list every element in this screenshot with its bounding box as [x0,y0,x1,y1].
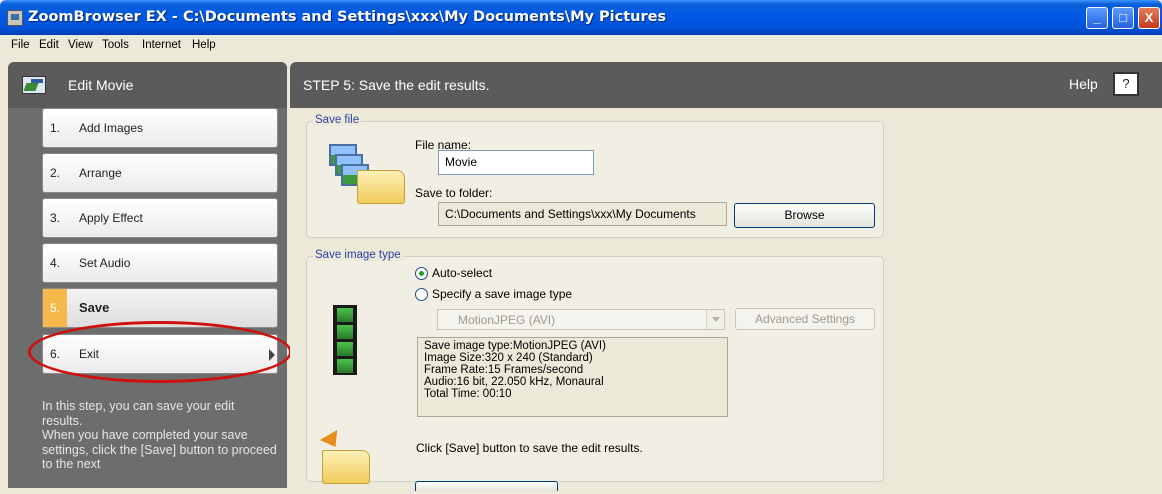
step-label: Apply Effect [79,211,143,225]
edit-movie-icon [22,76,46,94]
step-arrange[interactable]: 2. Arrange [42,153,278,193]
save-folder-icon [316,429,386,494]
edit-movie-header: Edit Movie [8,62,287,108]
menu-bar: File Edit View Tools Internet Help [0,35,1162,55]
step-number: 2. [49,166,60,180]
menu-view[interactable]: View [68,39,93,51]
step-label: Set Audio [79,256,131,270]
save-file-group: Save file File name: Movie Save to folde… [306,114,884,238]
save-instruction-text: Click [Save] button to save the edit res… [416,441,643,455]
step-header: STEP 5: Save the edit results. Help ? [290,62,1162,108]
image-type-select-value: MotionJPEG (AVI) [458,313,556,327]
menu-help[interactable]: Help [192,39,216,51]
menu-internet[interactable]: Internet [142,39,181,51]
help-button[interactable]: ? [1113,72,1139,96]
step-hint-text: In this step, you can save your edit res… [42,399,277,471]
title-bar: ZoomBrowser EX - C:\Documents and Settin… [0,0,1162,35]
menu-file[interactable]: File [11,39,30,51]
image-type-select: MotionJPEG (AVI) [437,309,725,330]
menu-tools[interactable]: Tools [102,39,129,51]
info-line: Audio:16 bit, 22.050 kHz, Monaural [424,376,604,388]
save-button[interactable] [415,481,558,491]
step-number: 5. [43,289,67,327]
advanced-settings-button: Advanced Settings [735,308,875,330]
step-add-images[interactable]: 1. Add Images [42,108,278,148]
step-label: Save [79,300,110,315]
info-line: Image Size:320 x 240 (Standard) [424,352,593,364]
minimize-button[interactable]: _ [1086,7,1108,29]
close-button[interactable]: X [1138,7,1160,29]
browse-button[interactable]: Browse [734,203,875,228]
step-label: Add Images [79,121,144,135]
save-file-group-title: Save file [313,114,362,126]
specify-type-radio[interactable] [415,288,428,301]
menu-edit[interactable]: Edit [39,39,59,51]
save-folder-label: Save to folder: [415,186,493,200]
edit-movie-panel: Edit Movie 1. Add Images 2. Arrange 3. A… [8,62,287,488]
auto-select-radio[interactable] [415,267,428,280]
highlight-oval [28,321,292,383]
step-number: 3. [49,211,60,225]
step-apply-effect[interactable]: 3. Apply Effect [42,198,278,238]
step-number: 1. [49,121,60,135]
step-label: Arrange [79,166,122,180]
save-image-type-group-title: Save image type [313,249,403,261]
edit-movie-title: Edit Movie [68,77,134,93]
window-title: ZoomBrowser EX - C:\Documents and Settin… [28,9,667,25]
info-line: Frame Rate:15 Frames/second [424,364,584,376]
file-name-input[interactable]: Movie [438,150,594,175]
specify-type-label[interactable]: Specify a save image type [432,287,572,301]
auto-select-label[interactable]: Auto-select [432,266,492,280]
help-label: Help [1069,76,1098,92]
info-line: Total Time: 00:10 [424,388,512,400]
image-type-info-box: Save image type:MotionJPEG (AVI) Image S… [417,337,728,417]
save-folder-field: C:\Documents and Settings\xxx\My Documen… [438,202,727,226]
info-line: Save image type:MotionJPEG (AVI) [424,340,606,352]
step-content-panel: STEP 5: Save the edit results. Help ? Sa… [290,62,1162,491]
app-icon[interactable] [7,10,23,26]
chevron-down-icon [706,310,724,329]
maximize-button[interactable]: □ [1112,7,1134,29]
step-set-audio[interactable]: 4. Set Audio [42,243,278,283]
step-title: STEP 5: Save the edit results. [303,77,490,93]
film-strip-icon [333,305,357,375]
step-number: 4. [49,256,60,270]
